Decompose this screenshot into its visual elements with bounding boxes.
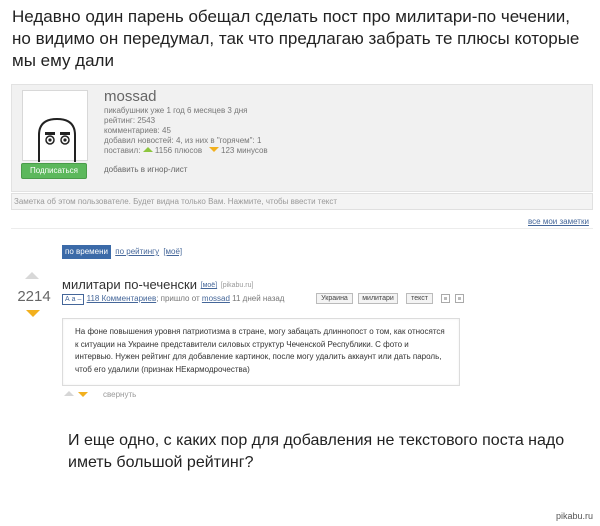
- votes-label: поставил:: [104, 146, 141, 155]
- downvote-icon[interactable]: [26, 310, 40, 317]
- user-note-field[interactable]: Заметка об этом пользователе. Будет видн…: [11, 193, 593, 210]
- all-notes-link[interactable]: все мои заметки: [528, 217, 589, 226]
- stat-posts: добавил новостей: 4, из них в "горячем":…: [104, 136, 262, 145]
- sort-by-time-tab[interactable]: по времени: [62, 245, 111, 259]
- save-icon[interactable]: [441, 294, 450, 303]
- profile-stats: пикабушник уже 1 год 6 месяцев 3 дня рей…: [104, 106, 268, 156]
- avatar-face-icon: [38, 117, 76, 162]
- comments-link[interactable]: 118 Комментариев: [87, 294, 157, 303]
- ignore-list-link[interactable]: добавить в игнор-лист: [104, 165, 187, 174]
- post-source: [pikabu.ru]: [220, 282, 254, 289]
- minus-icon: [208, 147, 219, 152]
- divider: [11, 228, 593, 229]
- stat-votes: поставил: 1156 плюсов 123 минусов: [104, 146, 268, 156]
- posted-prefix: ; пришло от: [156, 294, 200, 303]
- post-meta: А а – 118 Комментариев; пришло от mossad…: [62, 293, 284, 305]
- collapse-link[interactable]: свернуть: [103, 390, 136, 399]
- stat-rating: рейтинг: 2543: [104, 116, 156, 125]
- subscribe-button[interactable]: Подписаться: [21, 163, 87, 179]
- tag-ukraine[interactable]: Украина: [316, 293, 353, 304]
- pluses-count: 1156 плюсов: [154, 146, 203, 155]
- stat-comments: комментариев: 45: [104, 126, 171, 135]
- author-link[interactable]: mossad: [202, 294, 230, 303]
- comment-downvote-icon[interactable]: [78, 392, 88, 397]
- comment-upvote-icon[interactable]: [64, 391, 74, 396]
- sort-mine-tab[interactable]: [моё]: [163, 247, 182, 256]
- plus-icon: [142, 147, 153, 152]
- avatar[interactable]: [22, 90, 88, 162]
- upvote-icon[interactable]: [25, 272, 39, 279]
- font-size-toggle[interactable]: А а –: [62, 294, 85, 305]
- hide-icon[interactable]: [455, 294, 464, 303]
- profile-username[interactable]: mossad: [104, 88, 157, 105]
- sort-bar: по времени по рейтингу [моё]: [62, 245, 182, 259]
- post-title[interactable]: милитари по-чеченски: [62, 277, 197, 292]
- sort-by-rating-tab[interactable]: по рейтингу: [115, 247, 159, 256]
- stat-member-since: пикабушник уже 1 год 6 месяцев 3 дня: [104, 106, 248, 115]
- post-score: 2214: [17, 288, 51, 305]
- minuses-count: 123 минусов: [221, 146, 268, 155]
- intro-text: Недавно один парень обещал сделать пост …: [12, 7, 580, 70]
- post-title-row: милитари по-чеченски [моё] [pikabu.ru]: [62, 277, 253, 292]
- tag-text[interactable]: текст: [406, 293, 433, 304]
- watermark: pikabu.ru: [556, 511, 594, 521]
- user-profile-card: Подписаться mossad пикабушник уже 1 год …: [11, 84, 593, 192]
- tag-military[interactable]: милитари: [358, 293, 398, 304]
- post-body: На фоне повышения уровня патриотизма в с…: [62, 318, 460, 386]
- post-mine-tag[interactable]: [моё]: [201, 282, 218, 289]
- post-time: 11 дней назад: [232, 294, 285, 303]
- outro-text: И еще одно, с каких пор для добавления н…: [68, 432, 565, 471]
